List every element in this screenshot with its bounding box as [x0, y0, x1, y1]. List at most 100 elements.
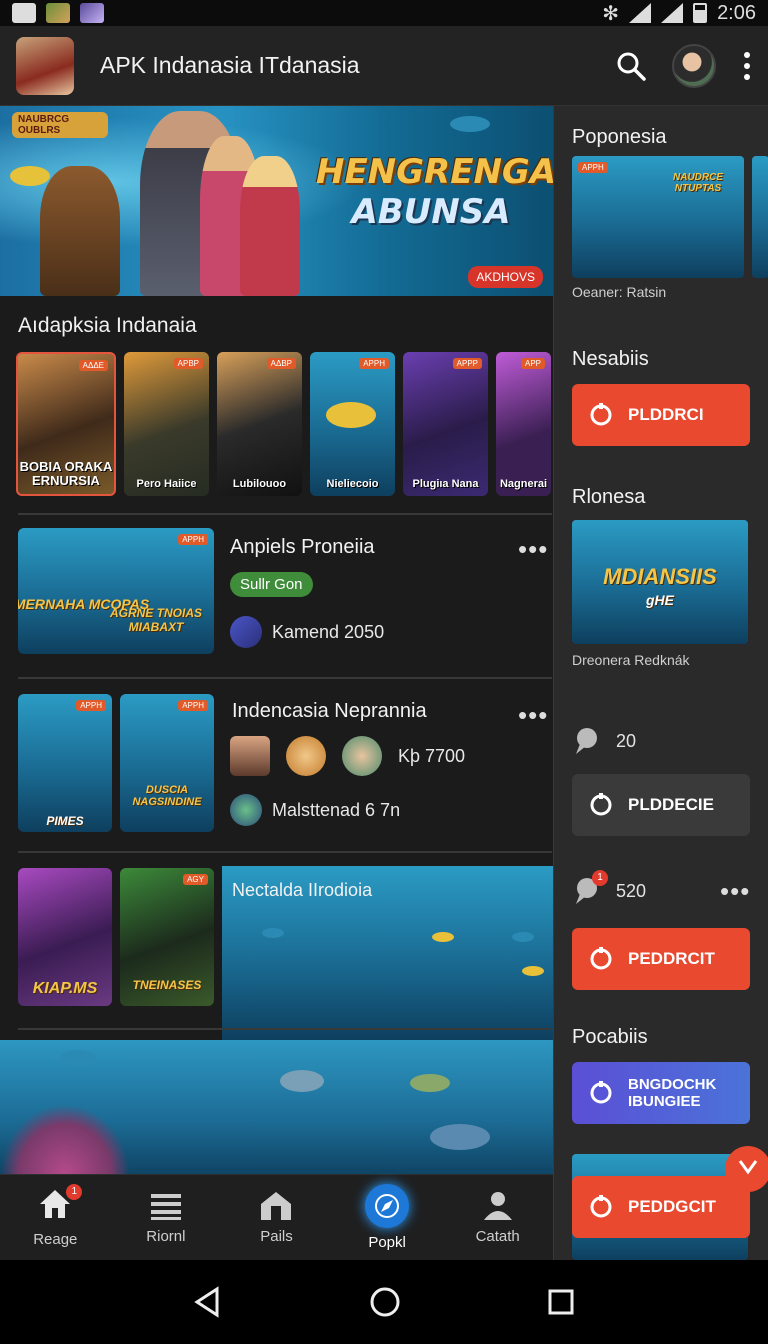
nav-badge: 1 — [66, 1183, 83, 1200]
comment-stat[interactable]: 20 — [572, 726, 636, 756]
nav-item-explore[interactable]: Popkl — [332, 1175, 443, 1260]
app-title: APK Indanasia ITdanasia — [100, 52, 360, 78]
nav-item-home[interactable]: 1 Reage — [0, 1175, 111, 1260]
fish-decoration — [512, 932, 534, 942]
primary-action-button[interactable]: PEDDGCIT — [572, 1176, 750, 1238]
app-logo[interactable] — [16, 36, 74, 95]
participant-avatar[interactable] — [286, 736, 326, 776]
game-card[interactable]: ΑΡΡΡ Plugiıa Nana — [403, 352, 488, 496]
card-label: Lubilouoo — [232, 478, 287, 490]
row-thumbnail[interactable]: KIAP.MS — [18, 868, 112, 1006]
participant-avatar[interactable] — [230, 736, 270, 776]
game-card[interactable]: ΑΔΔΕ BOBIA ORAKA ERNURSIA — [16, 352, 116, 496]
person-icon — [483, 1192, 512, 1220]
nav-item-profile[interactable]: Catath — [442, 1175, 553, 1260]
back-icon[interactable] — [193, 1286, 223, 1318]
hero-banner[interactable]: NAUBRCG OUBLRS HENGRENGAINE ABUNSA AKDHO… — [0, 106, 553, 296]
side-section-title: Poponesia — [572, 126, 667, 148]
row-title[interactable]: Nectalda IIrodioia — [232, 880, 372, 901]
search-icon[interactable] — [616, 51, 646, 81]
refresh-icon — [590, 1195, 612, 1218]
card-tag: ΑΡΡΗ — [359, 358, 389, 369]
participant-avatar[interactable] — [342, 736, 382, 776]
refresh-icon — [590, 403, 612, 426]
refresh-icon — [590, 793, 612, 816]
fish-decoration — [60, 1050, 96, 1066]
divider — [18, 851, 552, 853]
row-title[interactable]: Anpiels Proneiia — [230, 536, 375, 559]
home-circle-icon[interactable] — [369, 1286, 401, 1318]
row-meta: Malsttenad 6 7n — [230, 794, 400, 826]
special-action-button[interactable]: BNGDOCHK IBUNGIEE — [572, 1062, 750, 1124]
floating-check-button[interactable] — [725, 1146, 768, 1192]
recents-icon[interactable] — [547, 1288, 575, 1316]
row-participants: Kþ 7700 — [230, 736, 465, 776]
divider — [18, 1028, 552, 1030]
card-label: Nieliecoio — [326, 478, 379, 490]
divider — [18, 513, 552, 515]
comment-stat[interactable]: 1 520 — [572, 870, 647, 906]
row-meta: Kamend 2050 — [230, 616, 384, 648]
button-label: PEDDGCIT — [628, 1197, 716, 1216]
underwater-banner[interactable] — [0, 1040, 553, 1174]
nav-item-store[interactable]: Pails — [221, 1175, 332, 1260]
game-card[interactable]: ΑΡΡ Nagnerai — [496, 352, 551, 496]
card-label: Pero Haiice — [136, 478, 197, 490]
fish-decoration — [410, 1074, 450, 1092]
row-thumbnail[interactable]: ΑΡΡΗ PIMES — [18, 694, 112, 832]
side-section-title: Pocabiis — [572, 1026, 648, 1048]
button-label: BNGDOCHK IBUNGIEE — [628, 1076, 717, 1110]
more-horiz-icon[interactable]: ••• — [518, 536, 548, 562]
more-horiz-icon[interactable]: ••• — [518, 702, 548, 728]
store-icon — [261, 1192, 292, 1220]
row-thumbnail[interactable]: ΑΡΡΗ DUSCIA NAGSINDINE — [120, 694, 214, 832]
fish-decoration — [430, 1124, 490, 1150]
hero-logo: NAUBRCG OUBLRS — [12, 112, 108, 138]
game-card[interactable]: ΑΡΒΡ Pero Haiice — [124, 352, 209, 496]
card-tag: ΑΡΡ — [520, 358, 545, 369]
more-horiz-icon[interactable]: ••• — [720, 878, 750, 904]
bluetooth-icon: ✻ — [602, 2, 620, 25]
hero-tag[interactable]: AKDHOVS — [468, 266, 543, 288]
comment-count: 520 — [616, 880, 647, 901]
button-label: PEDDRCIT — [628, 949, 715, 968]
comment-count: 20 — [616, 730, 637, 751]
side-thumbnail-peek[interactable] — [752, 156, 768, 278]
thumb-label: PIMES — [46, 814, 84, 828]
featured-section-title: Aıdapksia Indanaia — [18, 314, 197, 337]
row-thumbnail[interactable]: AGY TNEINASES — [120, 868, 214, 1006]
thumb-text: DUSCIA NAGSINDINE — [132, 784, 202, 808]
row-title[interactable]: Indencasia Neprannia — [232, 700, 427, 723]
primary-action-button[interactable]: PLDDRCI — [572, 384, 750, 446]
primary-action-button[interactable]: PEDDRCIT — [572, 928, 750, 990]
row-thumbnail[interactable]: ΑΡΡΗ COMERNAHA MCOPAS AGRNE TNOIAS MIABA… — [18, 528, 214, 654]
system-navigation — [0, 1260, 768, 1344]
thumb-tag: ΑΡΡΗ — [578, 162, 608, 173]
fish-decoration — [262, 928, 284, 938]
card-tag: ΑΔΒΡ — [266, 358, 296, 369]
status-chip[interactable]: Sullr Gon — [230, 572, 313, 597]
side-thumbnail[interactable]: MDIANSIIS gHE — [572, 520, 748, 644]
user-avatar[interactable] — [672, 43, 716, 88]
check-icon — [738, 1160, 758, 1175]
underwater-preview[interactable]: Nectalda IIrodioia — [222, 866, 553, 1040]
cell-signal-icon — [661, 3, 684, 23]
side-thumbnail[interactable]: ΑΡΡΗ NAUDRCE NTUPTAS — [572, 156, 744, 278]
refresh-icon — [590, 947, 612, 970]
thumb-tag: ΑΡΡΗ — [178, 700, 208, 711]
secondary-action-button[interactable]: PLDDECIE — [572, 774, 750, 836]
hero-title-text: HENGRENGAINE — [316, 152, 553, 192]
game-card[interactable]: ΑΔΒΡ Lubilouoo — [217, 352, 302, 496]
compass-icon — [365, 1184, 410, 1228]
game-card[interactable]: ΑΡΡΗ Nieliecoio — [310, 352, 395, 496]
fish-decoration — [326, 402, 376, 428]
more-vert-icon[interactable] — [742, 51, 752, 81]
wifi-signal-icon — [629, 3, 652, 23]
fish-decoration — [450, 116, 490, 132]
fish-decoration — [280, 1070, 324, 1092]
comment-icon — [576, 728, 597, 754]
nav-item-list[interactable]: Riornl — [111, 1175, 222, 1260]
status-bar: ✻ 2:06 — [0, 0, 768, 26]
nav-label: Reage — [33, 1230, 78, 1248]
notification-icons — [12, 3, 104, 23]
